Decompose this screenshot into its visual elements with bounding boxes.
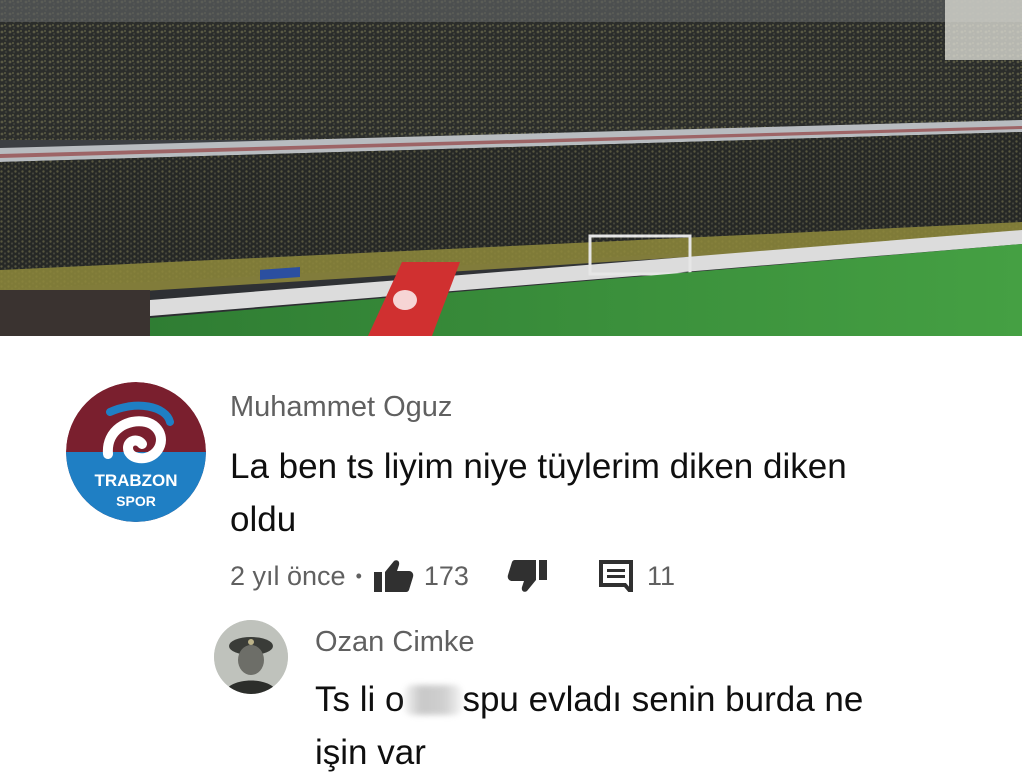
reply-text-line2: işin var <box>315 733 426 772</box>
comment-text-line2: oldu <box>230 500 297 539</box>
thumbs-up-icon[interactable] <box>372 559 414 593</box>
trabzonspor-avatar[interactable]: TRABZON SPOR <box>66 382 206 522</box>
separator-dot: • <box>355 565 362 586</box>
avatar-text-bottom: SPOR <box>116 493 156 509</box>
censor-blur <box>404 685 463 715</box>
thumbs-down-icon[interactable] <box>507 559 549 593</box>
stadium-video-thumbnail[interactable] <box>0 0 1022 336</box>
reply-text-line1: Ts li o spu evladı senin burda ne <box>315 673 1015 726</box>
avatar-text-top: TRABZON <box>94 471 177 490</box>
comment-author[interactable]: Muhammet Oguz <box>230 391 452 424</box>
reply-avatar[interactable] <box>214 620 288 694</box>
reply-author[interactable]: Ozan Cimke <box>315 626 475 659</box>
reply-text-after-blur: spu evladı senin burda ne <box>462 680 864 719</box>
comment-text-line1: La ben ts liyim niye tüylerim diken dike… <box>230 447 847 486</box>
reply-count[interactable]: 11 <box>647 561 675 592</box>
comment-actions: 2 yıl önce • 173 11 <box>230 556 675 596</box>
reply-text-before-blur: Ts li o <box>315 680 405 719</box>
like-count: 173 <box>423 560 469 591</box>
comment-text: La ben ts liyim niye tüylerim diken dike… <box>230 440 990 546</box>
comment-icon[interactable] <box>598 560 633 592</box>
comment-timestamp[interactable]: 2 yıl önce <box>230 561 346 592</box>
reply-text: Ts li o spu evladı senin burda ne işin va… <box>315 673 1015 779</box>
